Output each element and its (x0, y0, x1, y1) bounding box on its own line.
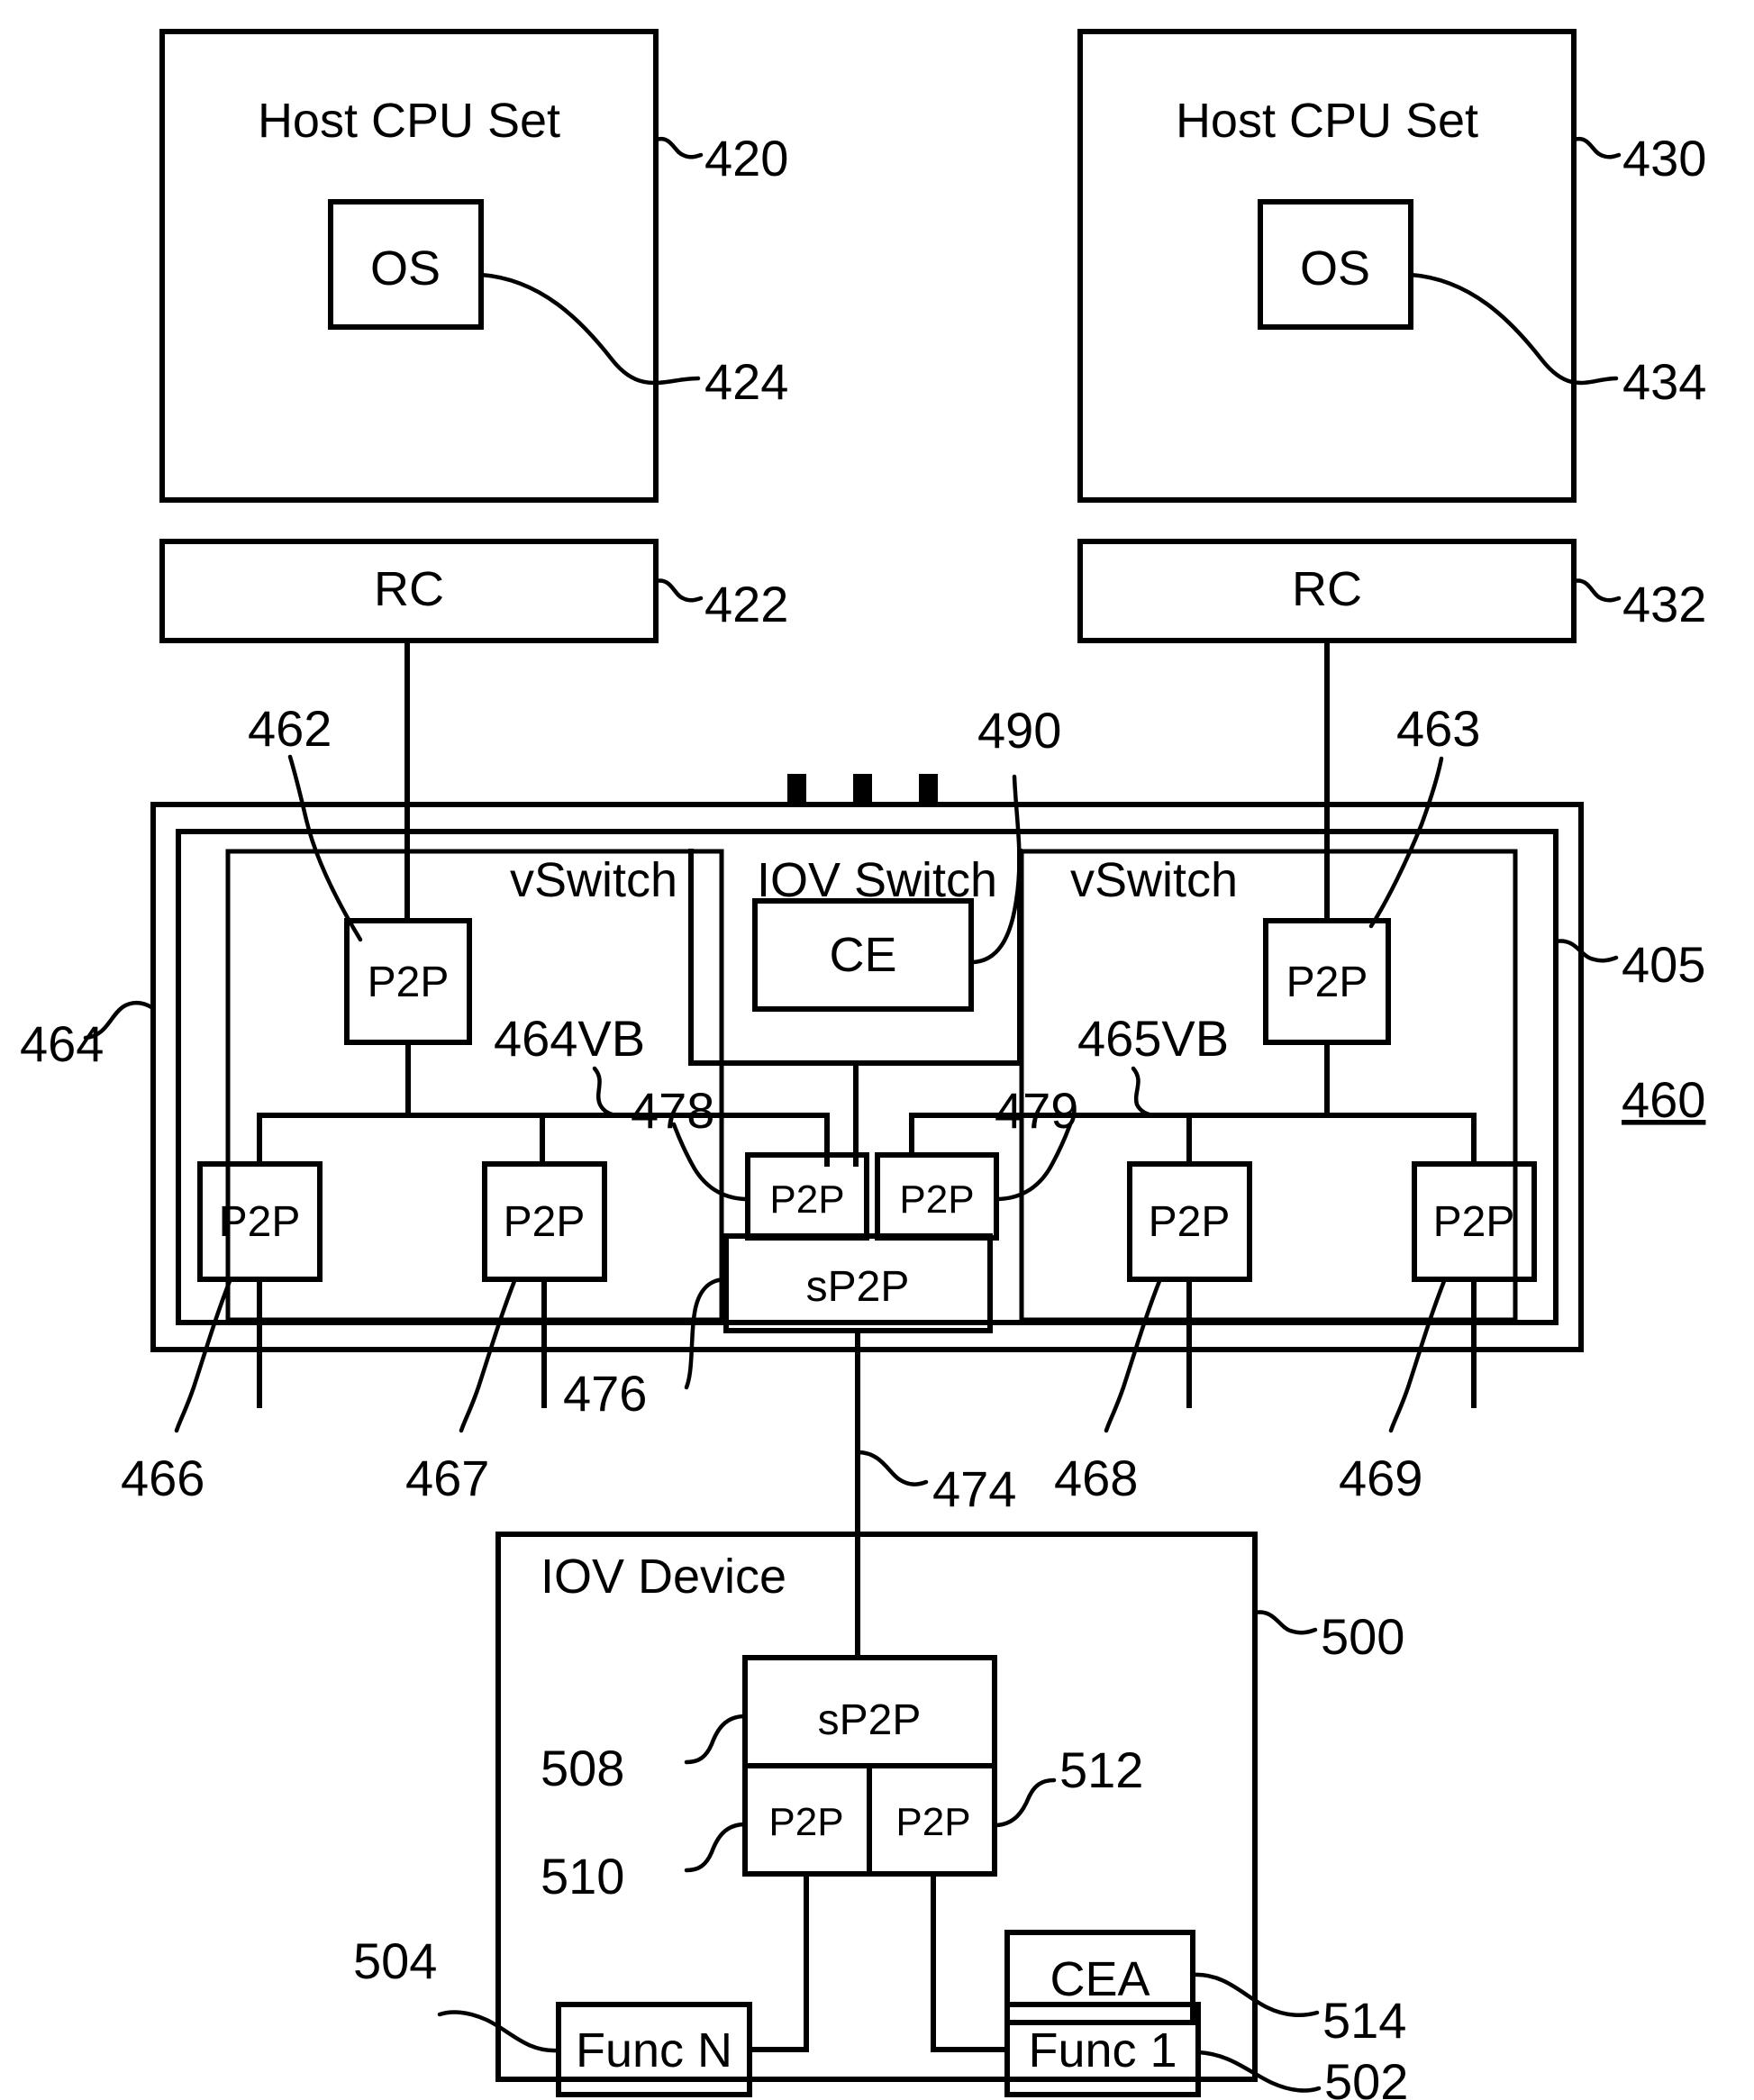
ce-label: CE (829, 928, 896, 982)
func-1-label: Func 1 (1028, 2023, 1177, 2077)
cea-ref: 514 (1322, 1992, 1406, 2049)
func-n-ref: 504 (353, 1932, 437, 1989)
iov-switch-tick-3 (919, 774, 938, 805)
bus-465vb-label: 465VB (1077, 1010, 1229, 1067)
rc-label-left: RC (374, 562, 444, 616)
p2p-port-469-label: P2P (1433, 1198, 1515, 1246)
p2p-port-469-ref: 469 (1339, 1450, 1422, 1506)
host-cpu-set-right-title: Host CPU Set (1176, 94, 1478, 148)
host-cpu-set-left-title: Host CPU Set (258, 94, 560, 148)
p2p-port-468-ref: 468 (1054, 1450, 1138, 1506)
ce-ref: 490 (977, 702, 1061, 759)
os-label-left: OS (370, 241, 441, 295)
iov-device-p2p-left-ref: 510 (541, 1848, 624, 1905)
switch-outer-ref: 405 (1622, 936, 1705, 993)
p2p-port-466-ref: 466 (121, 1450, 204, 1506)
iov-device-sp2p-label: sP2P (818, 1696, 922, 1744)
system-ref-460: 460 (1622, 1071, 1705, 1128)
p2p-port-466-label: P2P (219, 1198, 301, 1246)
rc-label-right: RC (1292, 562, 1362, 616)
p2p-port-468-label: P2P (1149, 1198, 1231, 1246)
iov-device-p2p-right-ref: 512 (1059, 1741, 1143, 1798)
cea-label: CEA (1050, 1952, 1150, 2006)
rc-right-ref: 432 (1622, 576, 1706, 632)
vswitch-right-uplink-ref: 463 (1396, 700, 1480, 757)
os-label-right: OS (1300, 241, 1370, 295)
vswitch-left-label: vSwitch (510, 853, 677, 907)
iov-switch-tick-1 (787, 774, 806, 805)
rc-left-ref: 422 (704, 576, 788, 632)
shared-p2p-479-ref: 479 (995, 1082, 1078, 1139)
shared-p2p-478-label: P2P (769, 1177, 844, 1222)
bus-464vb-label: 464VB (494, 1010, 645, 1067)
func-1-ref: 502 (1324, 2053, 1408, 2100)
vswitch-left-uplink-ref: 462 (248, 700, 332, 757)
downlink-474-ref: 474 (932, 1460, 1016, 1517)
iov-device-title: IOV Device (541, 1550, 786, 1604)
figure-background (0, 0, 1754, 2100)
iov-device-p2p-right-label: P2P (895, 1800, 970, 1844)
iov-switch-tick-2 (853, 774, 872, 805)
p2p-port-467-ref: 467 (405, 1450, 489, 1506)
shared-p2p-478-ref: 478 (631, 1082, 714, 1139)
os-right-ref: 434 (1622, 353, 1706, 410)
iov-device-ref: 500 (1321, 1608, 1404, 1665)
shared-sp2p-ref: 476 (563, 1365, 647, 1422)
shared-sp2p-label: sP2P (806, 1263, 910, 1311)
vswitch-left-uplink-p2p-label: P2P (368, 959, 450, 1006)
iov-device-sp2p-ref: 508 (541, 1740, 624, 1796)
switch-left-edge-ref: 464 (20, 1015, 104, 1072)
vswitch-right-label: vSwitch (1070, 853, 1238, 907)
vswitch-right-uplink-p2p-label: P2P (1286, 959, 1368, 1006)
host-cpu-set-left-ref: 420 (704, 130, 788, 186)
p2p-port-467-label: P2P (504, 1198, 586, 1246)
patent-figure: Host CPU Set 420 OS 424 RC 422 Host CPU … (0, 0, 1754, 2100)
iov-device-p2p-left-label: P2P (768, 1800, 843, 1844)
func-n-label: Func N (576, 2023, 732, 2077)
shared-p2p-479-label: P2P (899, 1177, 974, 1222)
host-cpu-set-right-ref: 430 (1622, 130, 1706, 186)
os-left-ref: 424 (704, 353, 788, 410)
